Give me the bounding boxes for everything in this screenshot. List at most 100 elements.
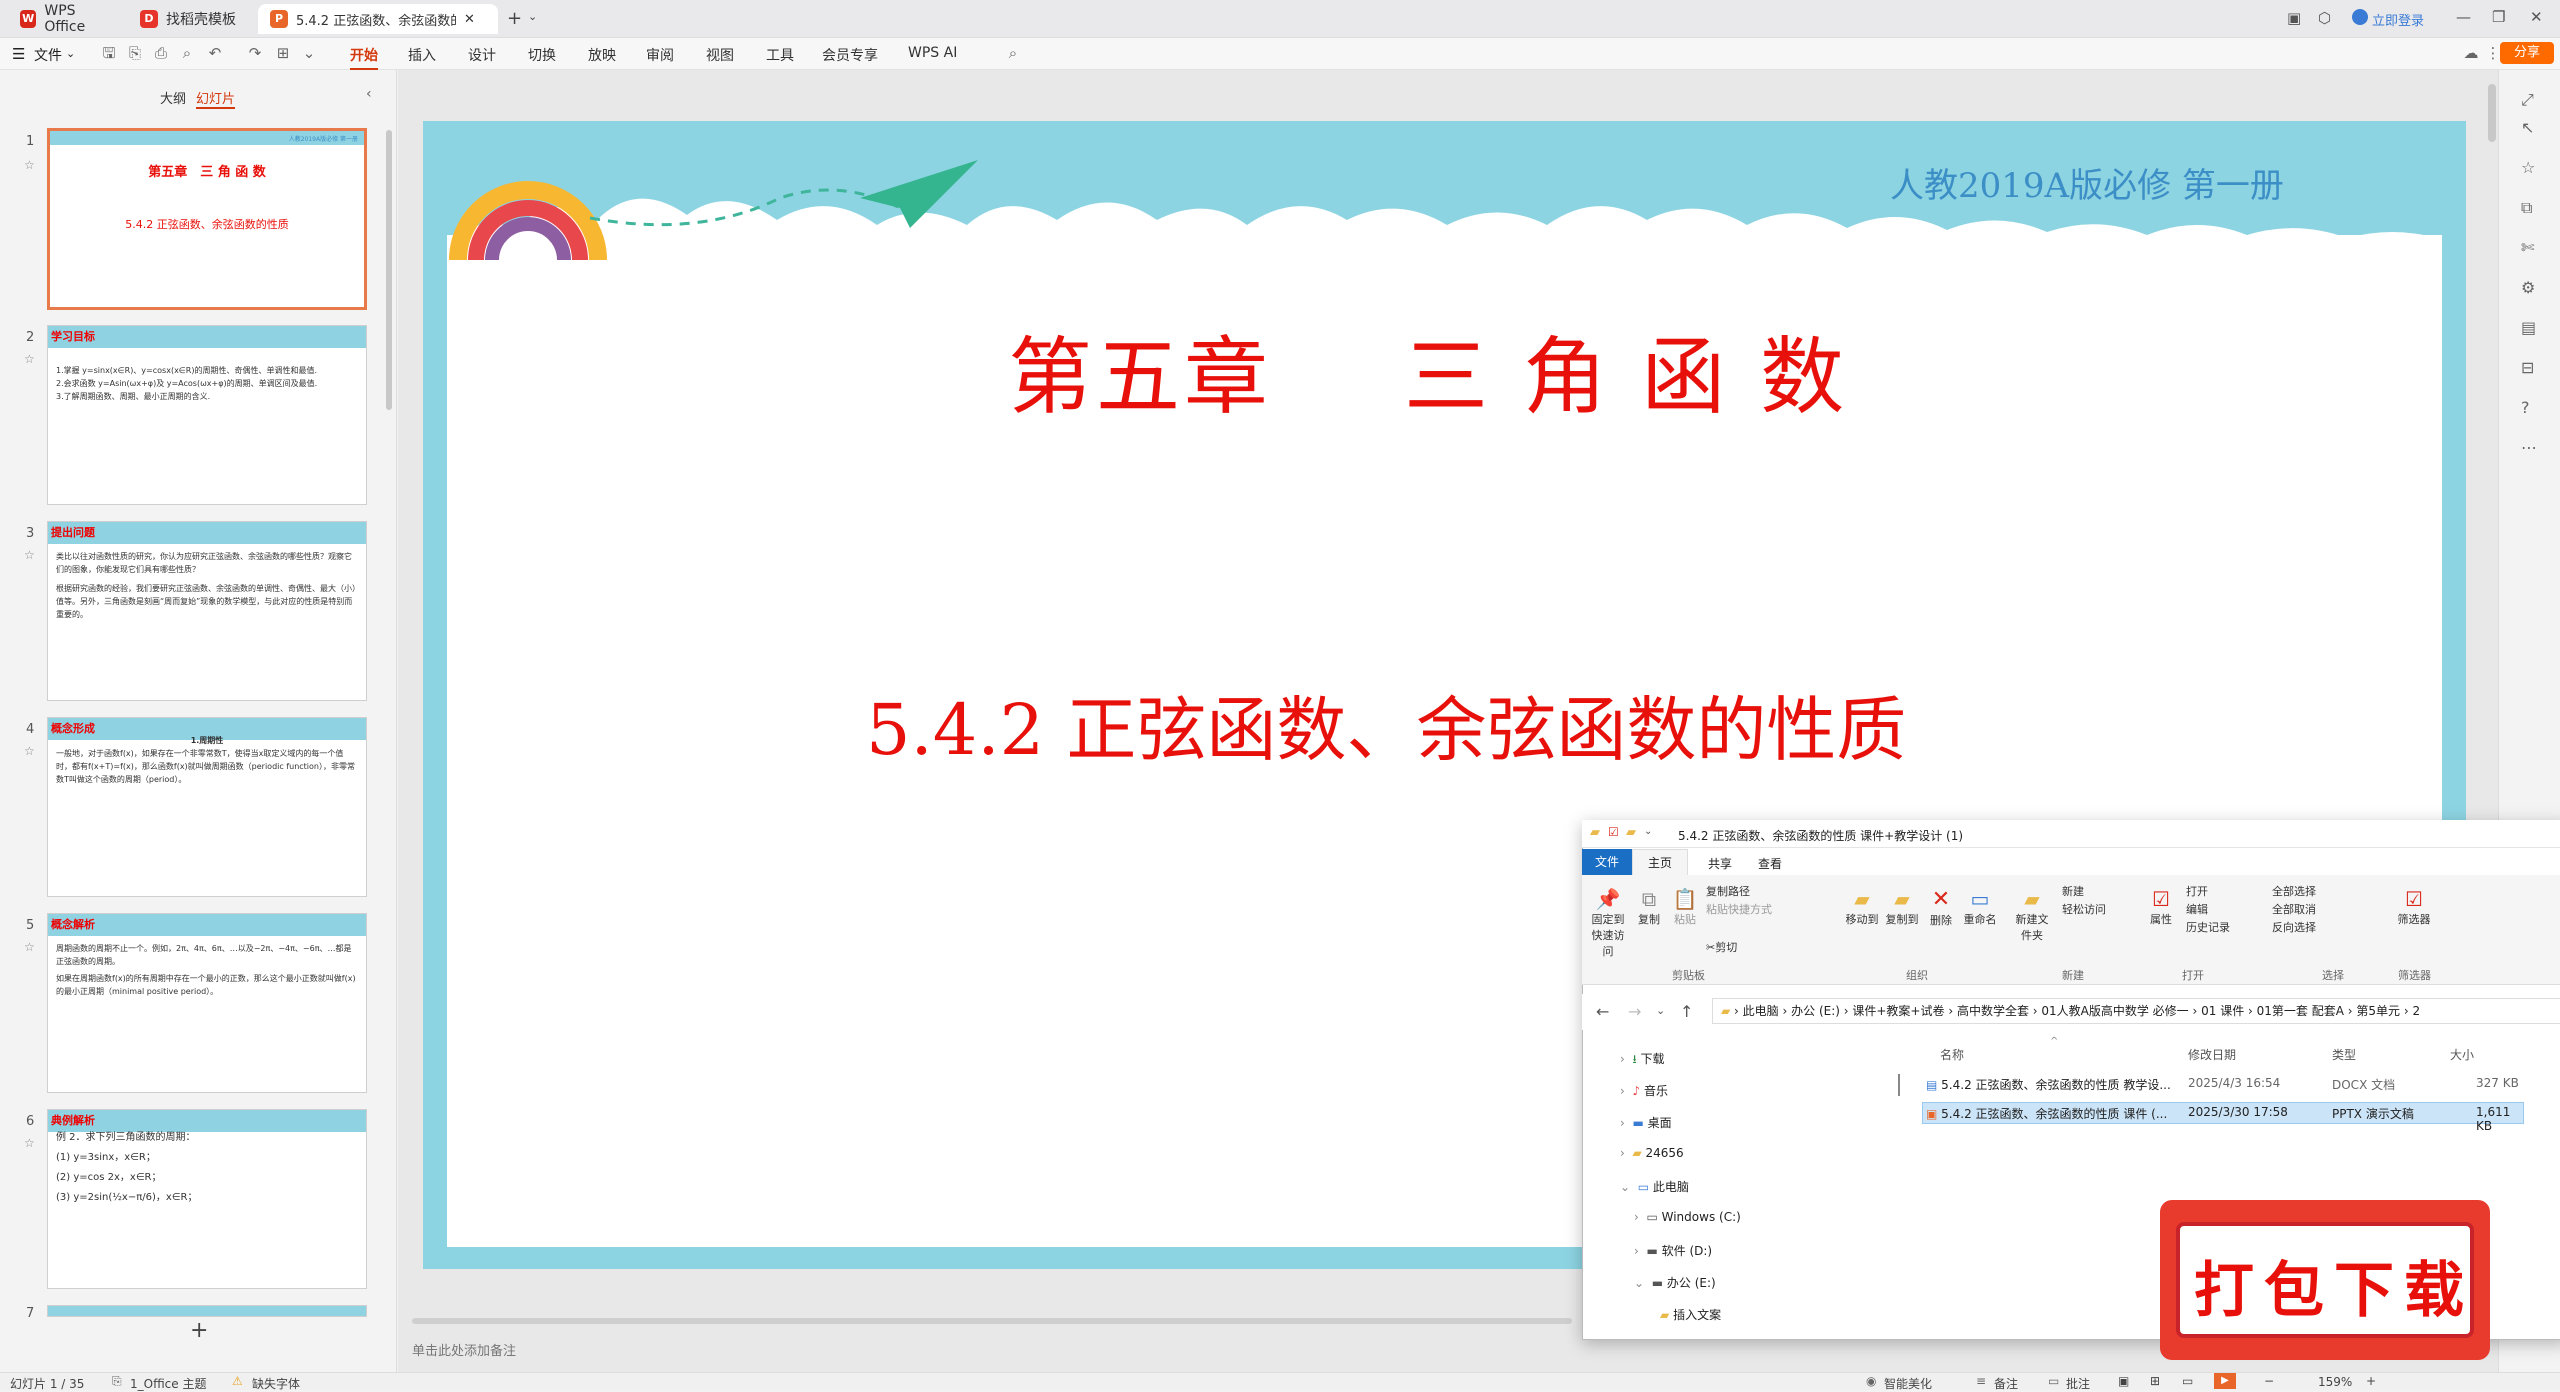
crumb[interactable]: 2 [2412,1004,2420,1018]
new-folder-icon[interactable]: ▰ [1626,825,1636,840]
adjust-icon[interactable]: ⚙ [2521,278,2535,297]
star-icon[interactable]: ☆ [24,744,35,758]
chevron-down-icon[interactable]: ⌄ [1656,1004,1665,1017]
filter-button[interactable]: ☑ 筛选器 [2396,887,2432,927]
file-row-selected[interactable]: ▣ 5.4.2 正弦函数、余弦函数的性质 课件 (... 2025/3/30 1… [1926,1105,2526,1133]
export-icon[interactable]: ⎘ [126,44,144,62]
tree-item-d-drive[interactable]: › ▬ 软件 (D:) [1634,1242,1712,1259]
tab-wps-office[interactable]: W WPS Office [8,3,126,35]
copy-button[interactable]: ⧉ 复制 [1634,887,1664,927]
chevron-down-icon[interactable]: ⌄ [1644,826,1652,837]
file-row[interactable]: ▤ 5.4.2 正弦函数、余弦函数的性质 教学设... 2025/4/3 16:… [1926,1076,2526,1093]
close-icon[interactable]: ✕ [464,12,475,27]
hamburger-icon[interactable]: ☰ [12,45,25,63]
menu-home[interactable]: 开始 [350,45,378,71]
forward-icon[interactable]: → [1628,1002,1641,1021]
layout-icon[interactable]: ▤ [2521,318,2536,337]
add-slide-button[interactable]: + [190,1318,208,1343]
splitter[interactable] [1898,1074,1900,1096]
cut-button[interactable]: ✂剪切 [1706,939,1737,955]
tab-slides[interactable]: 幻灯片 [196,88,236,109]
tab-outline[interactable]: 大纲 [160,88,186,107]
column-size[interactable]: 大小 [2450,1046,2474,1063]
new-tab-icon[interactable]: + [507,8,522,29]
star-icon[interactable]: ☆ [24,940,35,954]
vertical-scrollbar[interactable] [2488,84,2496,142]
copy-icon[interactable]: ⧉ [2521,198,2532,218]
star-icon[interactable]: ☆ [24,352,35,366]
crumb[interactable]: 办公 (E:) [1791,1004,1840,1018]
collapse-icon[interactable]: ‹ [366,86,372,102]
close-window-icon[interactable]: ✕ [2530,8,2543,26]
crumb[interactable]: 课件+教案+试卷 [1852,1004,1944,1018]
column-name[interactable]: 名称 [1940,1046,1964,1063]
file-menu[interactable]: 文件 [34,45,62,65]
menu-design[interactable]: 设计 [468,45,496,65]
star-icon[interactable]: ☆ [24,158,35,172]
search-icon[interactable]: ⌕ [1004,44,1022,62]
comments-button[interactable]: 批注 [2066,1375,2090,1392]
play-slideshow-icon[interactable]: ▶ [2214,1373,2236,1389]
properties-button[interactable]: ☑ 属性 [2146,887,2176,927]
chevron-down-icon[interactable]: ⌄ [528,10,537,23]
redo-icon[interactable]: ↷ [246,44,264,62]
tree-item-desktop[interactable]: › ▬ 桌面 [1620,1114,1672,1131]
tab-home[interactable]: 主页 [1632,849,1688,875]
slide-thumbnail-6[interactable]: 典例解析 例 2．求下列三角函数的周期： (1) y=3sinx，x∈R； (2… [47,1109,367,1289]
format-painter-icon[interactable]: ⊞ [274,44,292,62]
reading-view-icon[interactable]: ▭ [2182,1374,2193,1388]
share-button[interactable]: 分享 [2500,42,2554,64]
cloud-icon[interactable]: ☁ [2462,44,2480,62]
notes-button[interactable]: 备注 [1994,1375,2018,1392]
login-link[interactable]: 立即登录 [2372,10,2424,29]
horizontal-scrollbar[interactable] [412,1318,1572,1324]
move-to-button[interactable]: ▰ 移动到 [1844,887,1880,927]
tab-document[interactable]: P 5.4.2 正弦函数、余弦函数的 ✕ [258,4,498,34]
star-icon[interactable]: ☆ [24,1136,35,1150]
normal-view-icon[interactable]: ▣ [2118,1374,2129,1388]
slide-thumbnail-2[interactable]: 学习目标 1.掌握 y=sinx(x∈R)、y=cosx(x∈R)的周期性、奇偶… [47,325,367,505]
column-type[interactable]: 类型 [2332,1046,2356,1063]
up-icon[interactable]: ↑ [1680,1002,1693,1021]
menu-view[interactable]: 视图 [706,45,734,65]
slide-thumbnail-5[interactable]: 概念解析 周期函数的周期不止一个。例如，2π、4π、6π、…以及−2π、−4π、… [47,913,367,1093]
minimize-icon[interactable]: — [2456,8,2471,26]
menu-insert[interactable]: 插入 [408,45,436,65]
paste-button[interactable]: 📋 粘贴 [1670,887,1700,927]
crumb[interactable]: 01 课件 [2201,1004,2244,1018]
tree-item-folder[interactable]: ▰ 插入文案 [1660,1306,1721,1323]
scrollbar[interactable] [386,130,392,410]
zoom-in-icon[interactable]: + [2366,1374,2376,1388]
tree-item-this-pc[interactable]: ⌄ ▭ 此电脑 [1620,1178,1689,1195]
tree-item-e-drive[interactable]: ⌄ ▬ 办公 (E:) [1634,1274,1716,1291]
slide-thumbnail-7[interactable] [47,1305,367,1317]
tab-daoke[interactable]: D 找稻壳模板 [128,4,253,34]
zoom-level[interactable]: 159% [2318,1375,2352,1389]
cube-icon[interactable]: ⬡ [2318,9,2331,27]
sorter-view-icon[interactable]: ⊞ [2150,1374,2160,1388]
invert-selection-button[interactable]: 反向选择 [2272,919,2316,935]
select-all-button[interactable]: 全部选择 [2272,883,2316,899]
paste-shortcut-button[interactable]: 粘贴快捷方式 [1706,901,1772,917]
window-layout-icon[interactable]: ▣ [2287,9,2301,27]
back-icon[interactable]: ← [1596,1002,1609,1021]
tools-icon[interactable]: ✄ [2521,238,2534,257]
easy-access-button[interactable]: 轻松访问 [2062,901,2106,917]
tab-share[interactable]: 共享 [1708,855,1732,872]
slide-thumbnail-3[interactable]: 提出问题 类比以往对函数性质的研究，你认为应研究正弦函数、余弦函数的哪些性质？观… [47,521,367,701]
menu-review[interactable]: 审阅 [646,45,674,65]
new-folder-button[interactable]: ▰ 新建文件夹 [2012,887,2052,943]
rename-button[interactable]: ▭ 重命名 [1962,887,1998,927]
tab-file[interactable]: 文件 [1582,849,1632,875]
slide-thumbnail-4[interactable]: 概念形成 1.周期性 一般地，对于函数f(x)，如果存在一个非零常数T，使得当x… [47,717,367,897]
crumb[interactable]: 01人教A版高中数学 必修一 [2041,1004,2188,1018]
copy-path-button[interactable]: 复制路径 [1706,883,1750,899]
crumb[interactable]: 第5单元 [2356,1004,2400,1018]
pin-button[interactable]: 📌 固定到快速访问 [1588,887,1628,959]
tree-item-music[interactable]: › ♪ 音乐 [1620,1082,1668,1099]
history-button[interactable]: 历史记录 [2186,919,2230,935]
tree-item-downloads[interactable]: › ⭳ 下载 [1620,1050,1665,1071]
zoom-out-icon[interactable]: − [2264,1374,2274,1388]
breadcrumb[interactable]: ▰ › 此电脑 › 办公 (E:) › 课件+教案+试卷 › 高中数学全套 › … [1712,998,2560,1024]
crumb[interactable]: 高中数学全套 [1957,1004,2029,1018]
